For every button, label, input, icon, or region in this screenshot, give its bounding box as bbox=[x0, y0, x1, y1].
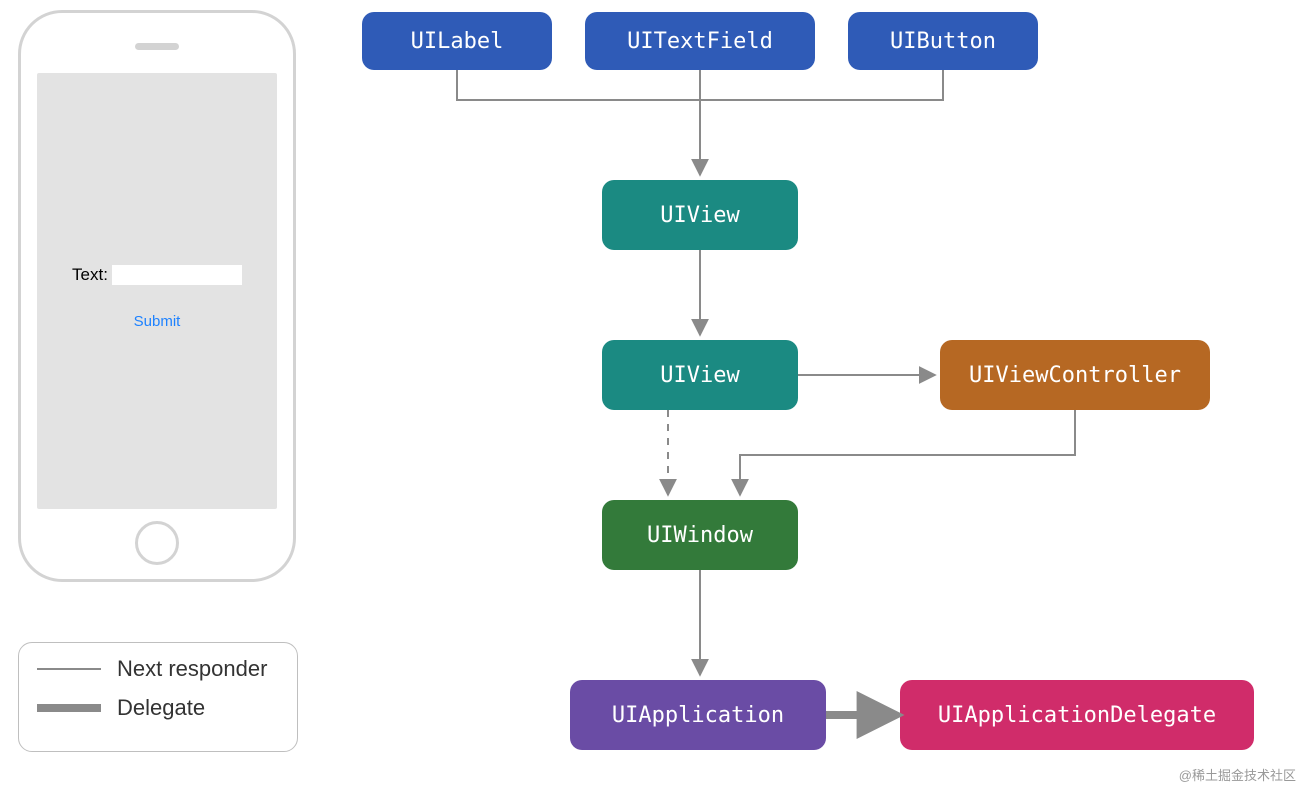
node-uiview-2: UIView bbox=[602, 340, 798, 410]
phone-speaker bbox=[135, 43, 179, 50]
legend-delegate-label: Delegate bbox=[117, 695, 205, 721]
node-uiwindow: UIWindow bbox=[602, 500, 798, 570]
node-uiviewcontroller: UIViewController bbox=[940, 340, 1210, 410]
text-label: Text: bbox=[72, 265, 108, 285]
phone-screen: Text: Submit bbox=[37, 73, 277, 509]
text-field bbox=[112, 265, 242, 285]
line-thick-icon bbox=[37, 704, 101, 712]
line-thin-icon bbox=[37, 668, 101, 670]
form-row: Text: bbox=[37, 265, 277, 285]
node-uilabel: UILabel bbox=[362, 12, 552, 70]
node-uiapplication: UIApplication bbox=[570, 680, 826, 750]
legend: Next responder Delegate bbox=[18, 642, 298, 752]
node-uiapplicationdelegate: UIApplicationDelegate bbox=[900, 680, 1254, 750]
home-button-icon bbox=[135, 521, 179, 565]
submit-button: Submit bbox=[37, 313, 277, 330]
node-uiview-1: UIView bbox=[602, 180, 798, 250]
legend-delegate: Delegate bbox=[37, 695, 279, 721]
legend-next-responder-label: Next responder bbox=[117, 656, 267, 681]
node-uitextfield: UITextField bbox=[585, 12, 815, 70]
node-uibutton: UIButton bbox=[848, 12, 1038, 70]
phone-mockup: Text: Submit bbox=[18, 10, 296, 582]
legend-next-responder: Next responder bbox=[37, 657, 279, 681]
watermark: @稀土掘金技术社区 bbox=[1179, 765, 1296, 784]
